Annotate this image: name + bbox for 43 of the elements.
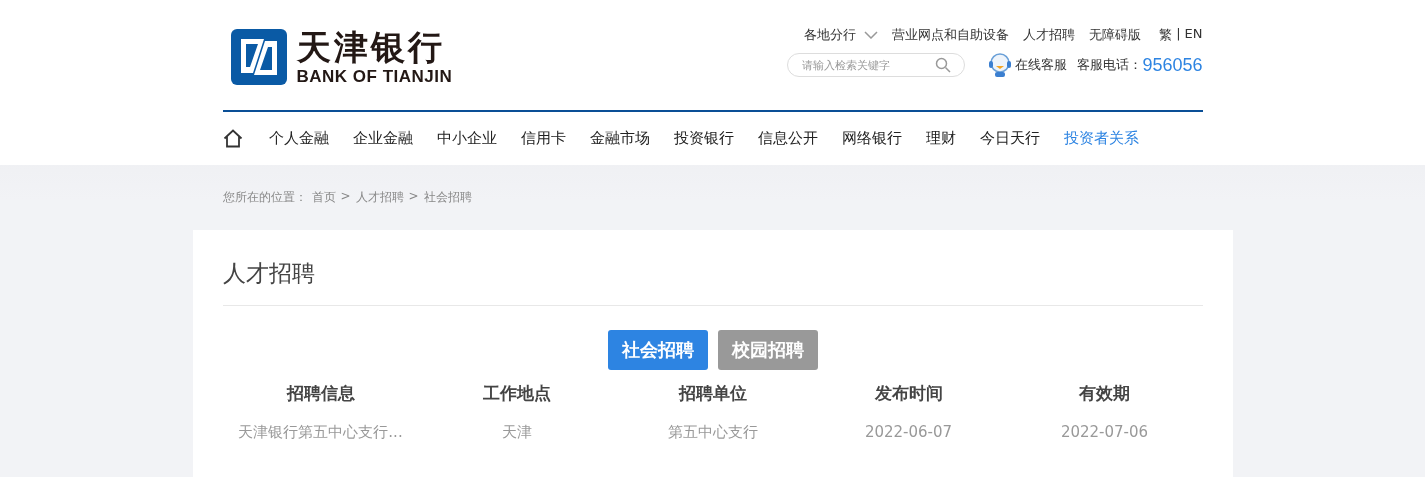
nav-item[interactable]: 投资银行 — [673, 129, 734, 148]
nav-item[interactable]: 今日天行 — [979, 129, 1040, 148]
page-title: 人才招聘 — [222, 230, 1203, 306]
column-header: 招聘信息 — [286, 382, 355, 405]
column-header: 招聘单位 — [678, 382, 747, 405]
top-link[interactable]: 无障碍版 — [1089, 26, 1142, 44]
nav-item[interactable]: 企业金融 — [352, 129, 413, 148]
home-icon[interactable] — [222, 129, 243, 148]
table-cell: 2022-06-07 — [864, 423, 953, 442]
top-link[interactable]: 各地分行 — [804, 26, 857, 44]
chevron-down-icon[interactable] — [864, 31, 879, 39]
search-icon[interactable] — [935, 57, 952, 73]
nav-item[interactable]: 中小企业 — [436, 129, 497, 148]
breadcrumb-label: 您所在的位置： — [222, 189, 307, 206]
nav-item[interactable]: 金融市场 — [589, 129, 650, 148]
english-link[interactable]: EN — [1184, 26, 1203, 44]
table-cell: 2022-07-06 — [1060, 423, 1149, 442]
tab[interactable]: 社会招聘 — [607, 330, 708, 370]
nav-item[interactable]: 投资者关系 — [1063, 129, 1139, 148]
nav-item[interactable]: 信息公开 — [757, 129, 818, 148]
bank-name: 天津银行 — [296, 27, 446, 67]
nav-item[interactable]: 信用卡 — [520, 129, 566, 148]
breadcrumb-separator: > — [340, 189, 351, 205]
search-field[interactable]: 请输入检索关键字 — [787, 53, 966, 77]
separator: | — [1176, 26, 1181, 43]
column-header: 工作地点 — [482, 382, 551, 405]
logo-icon — [230, 29, 287, 85]
bank-english-name: BANK OF TIANJIN — [296, 67, 453, 87]
nav-item[interactable]: 网络银行 — [841, 129, 902, 148]
table-cell: 第五中心支行 — [667, 423, 758, 442]
hotline-label: 客服电话： — [1077, 56, 1143, 74]
mascot-icon[interactable] — [987, 52, 1014, 78]
nav-item[interactable]: 个人金融 — [268, 129, 329, 148]
column-header: 有效期 — [1079, 382, 1130, 405]
breadcrumb-separator: > — [408, 189, 419, 205]
online-service-link[interactable]: 在线客服 — [1015, 56, 1068, 74]
table-cell: 天津 — [501, 423, 532, 442]
nav-item[interactable]: 理财 — [925, 129, 956, 148]
top-link[interactable]: 人才招聘 — [1023, 26, 1076, 44]
hotline-number: 956056 — [1142, 54, 1203, 76]
column-header: 发布时间 — [874, 382, 943, 405]
top-link[interactable]: 营业网点和自助设备 — [892, 26, 1010, 44]
traditional-chinese-link[interactable]: 繁 — [1159, 26, 1173, 44]
